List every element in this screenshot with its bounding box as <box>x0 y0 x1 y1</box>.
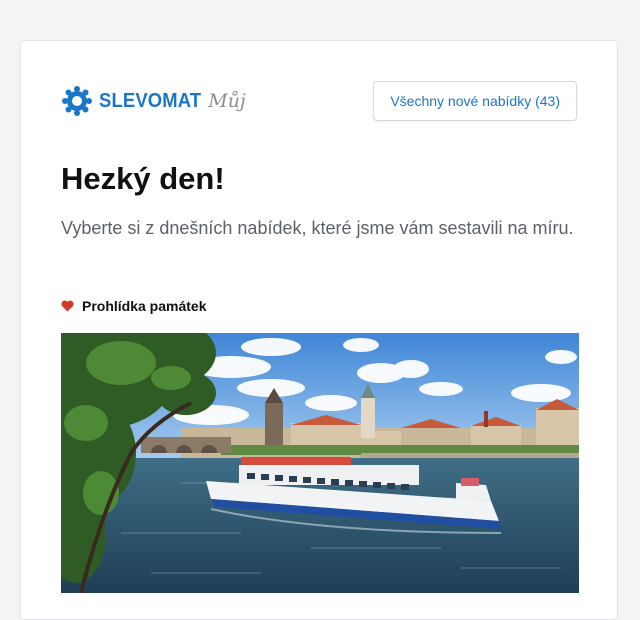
brand-suffix: Můj <box>208 90 246 112</box>
offer-image-prague-boat[interactable] <box>61 333 579 593</box>
greeting-title: Hezký den! <box>61 161 225 196</box>
slevomat-logo[interactable]: SLEVOMAT Můj <box>61 85 246 117</box>
all-offers-button[interactable]: Všechny nové nabídky (43) <box>373 81 577 121</box>
gear-icon <box>62 86 92 116</box>
greeting-subtitle: Vyberte si z dnešních nabídek, které jsm… <box>61 218 574 238</box>
brand-name: SLEVOMAT <box>99 89 202 112</box>
category-heading: Prohlídka památek <box>61 298 207 314</box>
category-label: Prohlídka památek <box>82 298 207 314</box>
email-card: SLEVOMAT Můj Všechny nové nabídky (43) H… <box>20 40 618 620</box>
heart-icon <box>61 300 74 312</box>
